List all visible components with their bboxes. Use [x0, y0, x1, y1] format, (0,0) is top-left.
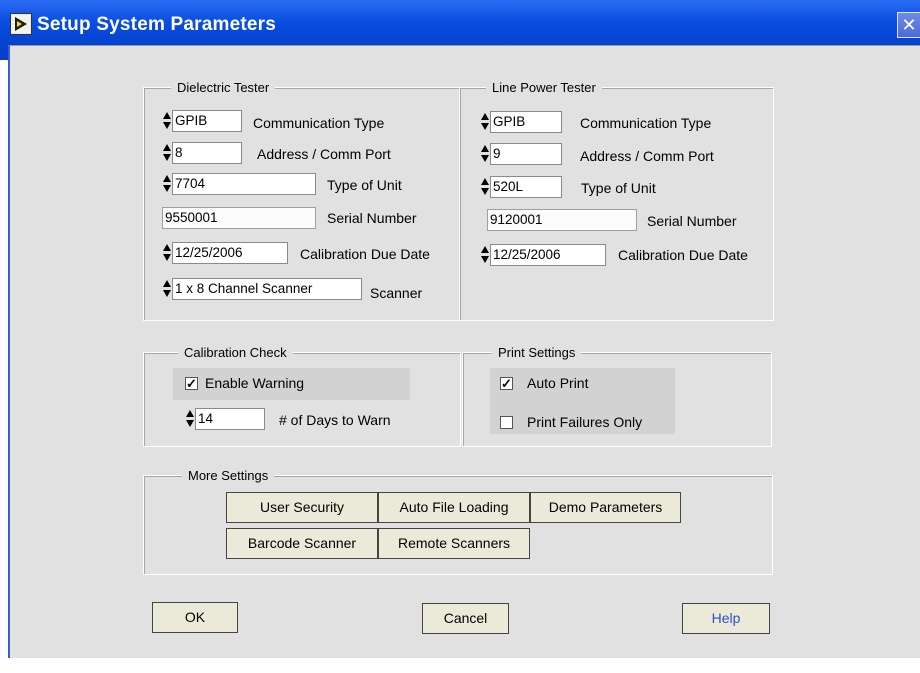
- auto-print-checkbox[interactable]: ✓: [500, 377, 513, 390]
- dielectric-unit-label: Type of Unit: [327, 177, 402, 193]
- dielectric-serial-field: 9550001: [162, 207, 316, 229]
- line-power-calibration-field[interactable]: 12/25/2006: [490, 244, 606, 266]
- barcode-scanner-button[interactable]: Barcode Scanner: [226, 528, 378, 559]
- calibration-check-legend: Calibration Check: [178, 345, 293, 360]
- spin-arrows-icon[interactable]: [163, 142, 171, 164]
- window-title: Setup System Parameters: [37, 14, 277, 35]
- demo-parameters-button[interactable]: Demo Parameters: [530, 492, 681, 523]
- enable-warning-label: Enable Warning: [205, 375, 305, 391]
- help-button[interactable]: Help: [682, 603, 770, 634]
- auto-file-loading-button[interactable]: Auto File Loading: [378, 492, 530, 523]
- line-power-serial-field: 9120001: [487, 209, 637, 231]
- spin-arrows-icon[interactable]: [186, 408, 194, 430]
- line-power-unit-field[interactable]: 520L: [490, 176, 562, 198]
- dielectric-scanner-label: Scanner: [370, 285, 423, 301]
- enable-warning-checkbox[interactable]: ✓: [185, 377, 198, 390]
- days-to-warn-label: # of Days to Warn: [279, 412, 391, 428]
- spin-arrows-icon[interactable]: [163, 278, 171, 300]
- dielectric-tester-legend: Dielectric Tester: [171, 80, 276, 95]
- dialog-window: Setup System Parameters ✕ Dielectric Tes…: [0, 0, 920, 673]
- auto-print-label: Auto Print: [527, 375, 589, 391]
- more-settings-legend: More Settings: [182, 468, 275, 483]
- print-failures-only-checkbox[interactable]: [500, 416, 513, 429]
- dielectric-comm-type-label: Communication Type: [253, 115, 385, 131]
- remote-scanners-button[interactable]: Remote Scanners: [378, 528, 530, 559]
- dielectric-address-label: Address / Comm Port: [257, 146, 391, 162]
- spin-arrows-icon[interactable]: [481, 244, 489, 266]
- cancel-button[interactable]: Cancel: [422, 603, 509, 634]
- line-power-unit-label: Type of Unit: [581, 180, 656, 196]
- checkmark-icon: ✓: [501, 376, 512, 391]
- close-button[interactable]: ✕: [897, 12, 920, 38]
- more-settings-group: [143, 475, 773, 575]
- print-failures-only-label: Print Failures Only: [527, 414, 643, 430]
- checkmark-icon: ✓: [186, 376, 197, 391]
- dielectric-comm-type-field[interactable]: GPIB: [172, 110, 242, 132]
- dielectric-calibration-label: Calibration Due Date: [300, 246, 430, 262]
- spin-arrows-icon[interactable]: [163, 110, 171, 132]
- ok-button[interactable]: OK: [152, 602, 238, 633]
- line-power-address-field[interactable]: 9: [490, 143, 562, 165]
- app-icon: [10, 13, 32, 35]
- dielectric-address-field[interactable]: 8: [172, 142, 242, 164]
- spin-arrows-icon[interactable]: [163, 242, 171, 264]
- user-security-button[interactable]: User Security: [226, 492, 378, 523]
- dielectric-unit-field[interactable]: 7704: [172, 173, 316, 195]
- line-power-comm-type-field[interactable]: GPIB: [490, 111, 562, 133]
- line-power-address-label: Address / Comm Port: [580, 148, 714, 164]
- bottom-edge: [8, 658, 920, 673]
- print-settings-legend: Print Settings: [492, 345, 582, 360]
- days-to-warn-field[interactable]: 14: [195, 408, 265, 430]
- dielectric-serial-label: Serial Number: [327, 210, 417, 226]
- dielectric-scanner-field[interactable]: 1 x 8 Channel Scanner: [172, 278, 362, 300]
- spin-arrows-icon[interactable]: [481, 111, 489, 133]
- line-power-tester-legend: Line Power Tester: [486, 80, 602, 95]
- spin-arrows-icon[interactable]: [163, 173, 171, 195]
- dielectric-calibration-field[interactable]: 12/25/2006: [172, 242, 288, 264]
- spin-arrows-icon[interactable]: [481, 143, 489, 165]
- line-power-comm-type-label: Communication Type: [580, 115, 712, 131]
- line-power-serial-label: Serial Number: [647, 213, 737, 229]
- line-power-calibration-label: Calibration Due Date: [618, 247, 748, 263]
- spin-arrows-icon[interactable]: [481, 176, 489, 198]
